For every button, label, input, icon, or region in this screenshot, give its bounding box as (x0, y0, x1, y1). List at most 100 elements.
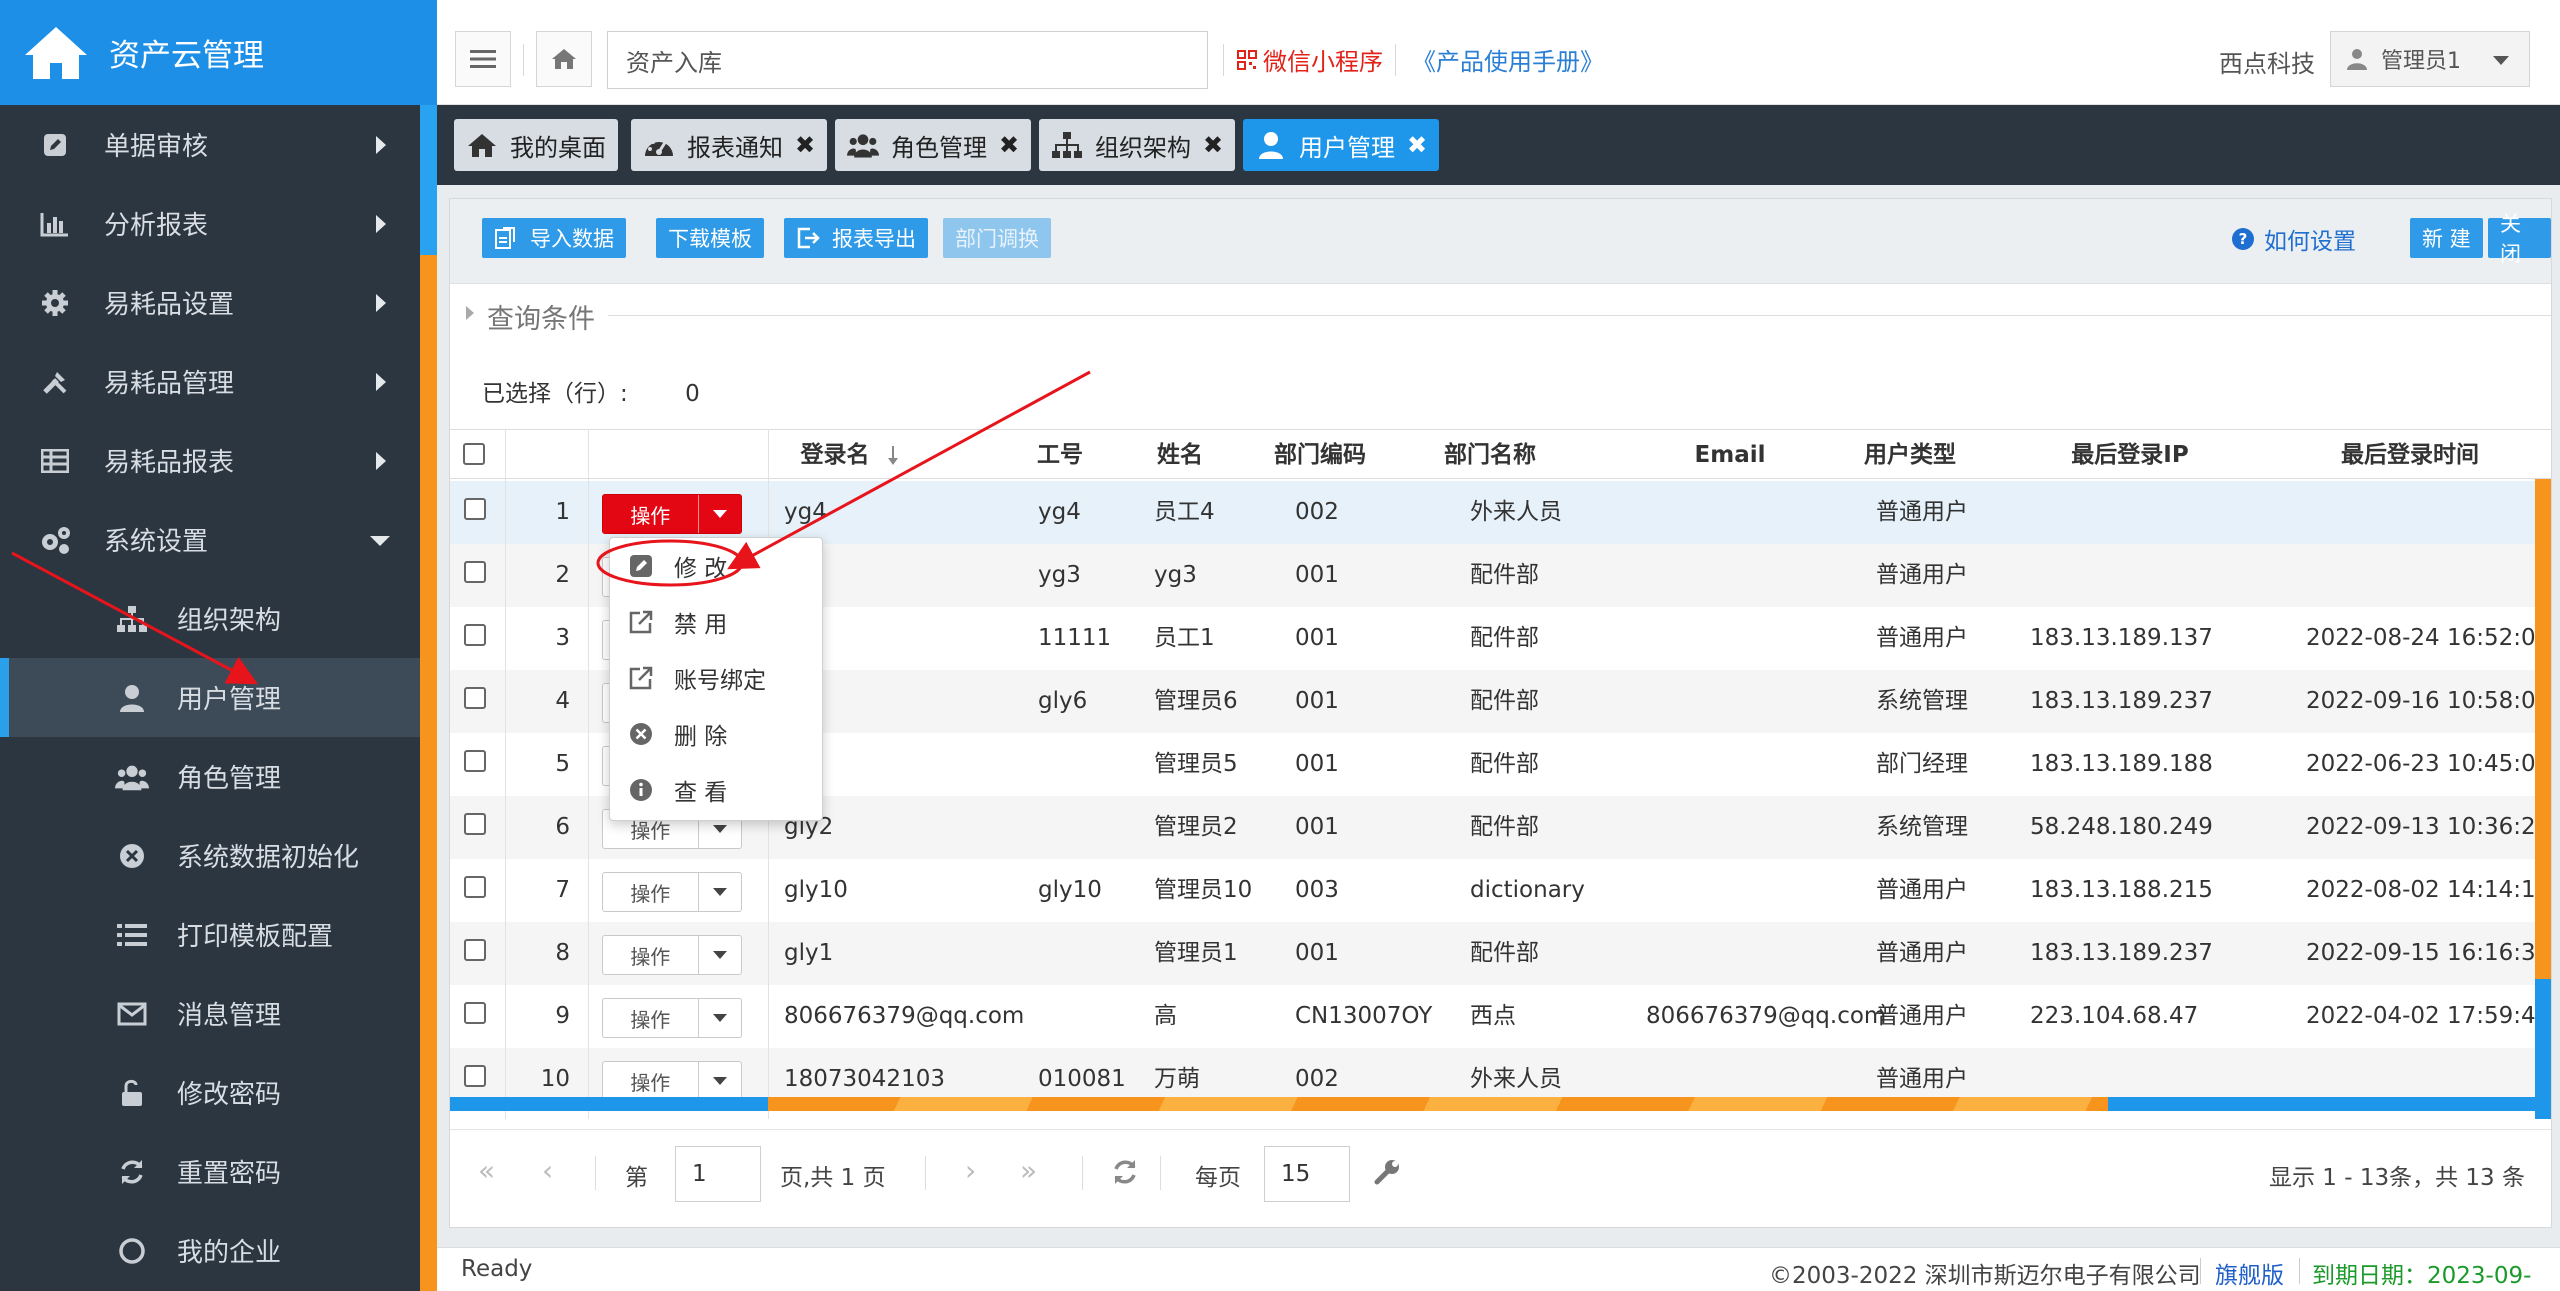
close-icon[interactable]: ✖ (1203, 131, 1223, 159)
column-header-employee-no[interactable]: 工号 (1020, 430, 1100, 480)
cell-employee-no: yg4 (1038, 499, 1081, 525)
prev-page-icon[interactable]: ‹ (542, 1154, 553, 1187)
row-checkbox[interactable] (464, 939, 486, 961)
chevron-right-icon (376, 293, 386, 312)
menu-item-disable[interactable]: 禁 用 (610, 594, 822, 650)
row-action-button[interactable]: 操作 (602, 998, 742, 1038)
sidebar-subitem-users[interactable]: 用户管理 (0, 658, 420, 737)
row-checkbox[interactable] (464, 561, 486, 583)
new-button[interactable]: 新 建 (2410, 218, 2483, 258)
sitemap-icon (115, 602, 149, 636)
column-header-user-type[interactable]: 用户类型 (1840, 430, 1980, 480)
column-header-name[interactable]: 姓名 (1130, 430, 1230, 480)
wrench-icon[interactable] (1373, 1158, 1401, 1186)
cell-login: 806676379@qq.com (784, 1003, 1025, 1029)
last-page-icon[interactable]: » (1020, 1154, 1037, 1187)
close-label: 关 闭 (2500, 212, 2521, 266)
scrollbar-thumb[interactable] (768, 1097, 2108, 1111)
sidebar-item-consumable-settings[interactable]: 易耗品设置 (0, 263, 420, 342)
close-button[interactable]: 关 闭 (2488, 212, 2551, 266)
first-page-icon[interactable]: « (478, 1154, 495, 1187)
tab-role-management[interactable]: 角色管理 ✖ (835, 119, 1032, 171)
table-row[interactable]: 1 操作 yg4 yg4 员工4 002 外来人员 普通用户 (450, 481, 2551, 544)
horizontal-scrollbar[interactable] (450, 1097, 2535, 1111)
menu-item-bind-account[interactable]: 账号绑定 (610, 650, 822, 706)
vertical-scrollbar[interactable] (2535, 479, 2551, 1119)
import-data-button[interactable]: 导入数据 (482, 218, 626, 258)
chevron-right-icon (376, 214, 386, 233)
sidebar-item-system-settings[interactable]: 系统设置 (0, 500, 420, 579)
row-action-button[interactable]: 操作 (602, 1061, 742, 1101)
caret-down-icon[interactable] (697, 999, 741, 1037)
close-icon[interactable]: ✖ (795, 131, 815, 159)
refresh-icon[interactable] (1111, 1158, 1139, 1186)
product-manual-link[interactable]: 《产品使用手册》 (1412, 42, 1604, 77)
sidebar-item-consumable-reports[interactable]: 易耗品报表 (0, 421, 420, 500)
sidebar-subitem-org[interactable]: 组织架构 (0, 579, 420, 658)
download-template-button[interactable]: 下载模板 (656, 218, 764, 258)
user-icon (1255, 129, 1287, 161)
home-button[interactable] (536, 31, 592, 87)
tab-report-notice[interactable]: 报表通知 ✖ (631, 119, 828, 171)
row-checkbox[interactable] (464, 498, 486, 520)
row-checkbox[interactable] (464, 813, 486, 835)
tab-my-desktop[interactable]: 我的桌面 (454, 119, 618, 171)
caret-down-icon[interactable] (697, 936, 741, 974)
row-action-button[interactable]: 操作 (602, 935, 742, 975)
query-conditions-toggle[interactable]: 查询条件 (450, 285, 2551, 345)
sidebar-subitem-reset-password[interactable]: 重置密码 (0, 1132, 420, 1211)
how-to-setup-link[interactable]: ? 如何设置 (2232, 222, 2356, 256)
sidebar-subitem-print-template[interactable]: 打印模板配置 (0, 895, 420, 974)
row-action-button[interactable]: 操作 (602, 872, 742, 912)
search-input[interactable] (607, 31, 1208, 89)
sidebar-subitem-my-company[interactable]: 我的企业 (0, 1211, 420, 1290)
sidebar-item-reports[interactable]: 分析报表 (0, 184, 420, 263)
per-page-input[interactable]: 15 (1264, 1146, 1350, 1202)
row-checkbox[interactable] (464, 624, 486, 646)
sidebar-subitem-roles[interactable]: 角色管理 (0, 737, 420, 816)
column-header-email[interactable]: Email (1640, 430, 1820, 480)
caret-down-icon[interactable] (697, 873, 741, 911)
sidebar-item-consumable-management[interactable]: 易耗品管理 (0, 342, 420, 421)
cell-name: yg3 (1154, 562, 1197, 588)
chevron-right-icon (376, 135, 386, 154)
select-all-checkbox[interactable] (463, 443, 485, 465)
report-export-button[interactable]: 报表导出 (784, 218, 928, 258)
department-transfer-button[interactable]: 部门调换 (943, 218, 1051, 258)
row-checkbox[interactable] (464, 750, 486, 772)
column-header-login[interactable]: 登录名 (770, 430, 930, 480)
row-action-button[interactable]: 操作 (602, 494, 742, 534)
row-checkbox[interactable] (464, 687, 486, 709)
column-header-dept-code[interactable]: 部门编码 (1250, 430, 1390, 480)
sidebar-subitem-data-init[interactable]: 系统数据初始化 (0, 816, 420, 895)
close-icon[interactable]: ✖ (1407, 131, 1427, 159)
sidebar-subitem-change-password[interactable]: 修改密码 (0, 1053, 420, 1132)
column-header-last-login-time[interactable]: 最后登录时间 (2290, 430, 2530, 480)
table-row[interactable]: 8 操作 gly1 管理员1 001 配件部 普通用户 183.13.189.237 2022-… (450, 922, 2551, 985)
tab-user-management[interactable]: 用户管理 ✖ (1243, 119, 1440, 171)
row-checkbox[interactable] (464, 1065, 486, 1087)
row-checkbox[interactable] (464, 876, 486, 898)
menu-toggle-button[interactable] (455, 31, 511, 87)
row-checkbox[interactable] (464, 1002, 486, 1024)
next-page-icon[interactable]: › (965, 1154, 976, 1187)
table-row[interactable]: 9 操作 806676379@qq.com 高 CN13007OY 西点 806676379… (450, 985, 2551, 1048)
wechat-miniprogram-link[interactable]: 微信小程序 (1237, 42, 1383, 77)
menu-item-edit[interactable]: 修 改 (610, 538, 822, 594)
page-number-input[interactable]: 1 (675, 1146, 761, 1202)
column-header-last-ip[interactable]: 最后登录IP (2030, 430, 2230, 480)
sidebar-subitem-messages[interactable]: 消息管理 (0, 974, 420, 1053)
table-row[interactable]: 7 操作 gly10 gly10 管理员10 003 dictionary 普通用户 183.1… (450, 859, 2551, 922)
cell-name: 管理员1 (1154, 940, 1238, 966)
sidebar-item-audit[interactable]: 单据审核 (0, 105, 420, 184)
menu-item-delete[interactable]: 删 除 (610, 706, 822, 762)
caret-down-icon[interactable] (697, 1062, 741, 1100)
user-dropdown[interactable]: 管理员1 (2330, 31, 2530, 87)
close-icon[interactable]: ✖ (999, 131, 1019, 159)
cell-dept-code: 001 (1295, 625, 1339, 651)
column-header-dept-name[interactable]: 部门名称 (1410, 430, 1570, 480)
caret-down-icon[interactable] (697, 495, 741, 533)
app-logo[interactable]: 资产云管理 (0, 0, 437, 105)
tab-org-structure[interactable]: 组织架构 ✖ (1039, 119, 1236, 171)
menu-item-view[interactable]: 查 看 (610, 762, 822, 818)
